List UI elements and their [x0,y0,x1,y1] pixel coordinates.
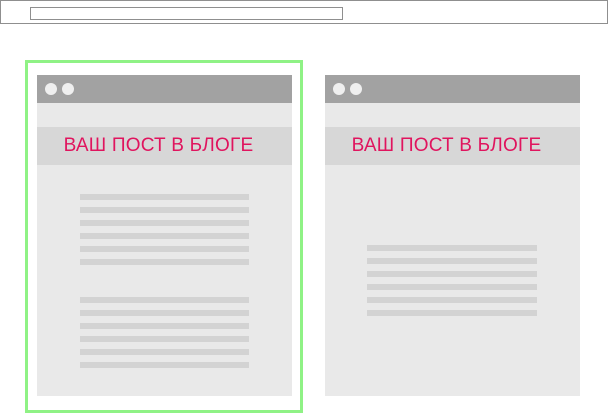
text-line-placeholder [367,245,537,251]
text-line-placeholder [80,349,249,355]
text-line-placeholder [367,258,537,264]
text-line-placeholder [80,194,249,200]
text-line-placeholder [367,297,537,303]
window-dot-icon [62,83,74,95]
text-line-placeholder [367,284,537,290]
window-dot-icon [350,83,362,95]
text-line-placeholder [80,310,249,316]
text-line-placeholder [80,233,249,239]
text-line-placeholder [80,259,249,265]
text-line-placeholder [80,207,249,213]
browser-chrome-bar [37,75,292,103]
address-field[interactable] [30,7,343,20]
blog-post-mockup-1[interactable]: ВАШ ПОСТ В БЛОГЕ [37,75,292,396]
text-line-placeholder [80,297,249,303]
text-line-placeholder [367,310,537,316]
text-line-placeholder [80,220,249,226]
text-line-placeholder [80,362,249,368]
blog-post-title: ВАШ ПОСТ В БЛОГЕ [325,127,580,165]
window-dot-icon [45,83,57,95]
browser-chrome-bar [325,75,580,103]
blog-post-mockup-2[interactable]: ВАШ ПОСТ В БЛОГЕ [325,75,580,396]
text-line-placeholder [80,323,249,329]
text-line-placeholder [80,336,249,342]
window-dot-icon [333,83,345,95]
blog-post-title: ВАШ ПОСТ В БЛОГЕ [37,127,292,165]
text-line-placeholder [367,271,537,277]
top-bar [0,0,608,24]
text-line-placeholder [80,246,249,252]
